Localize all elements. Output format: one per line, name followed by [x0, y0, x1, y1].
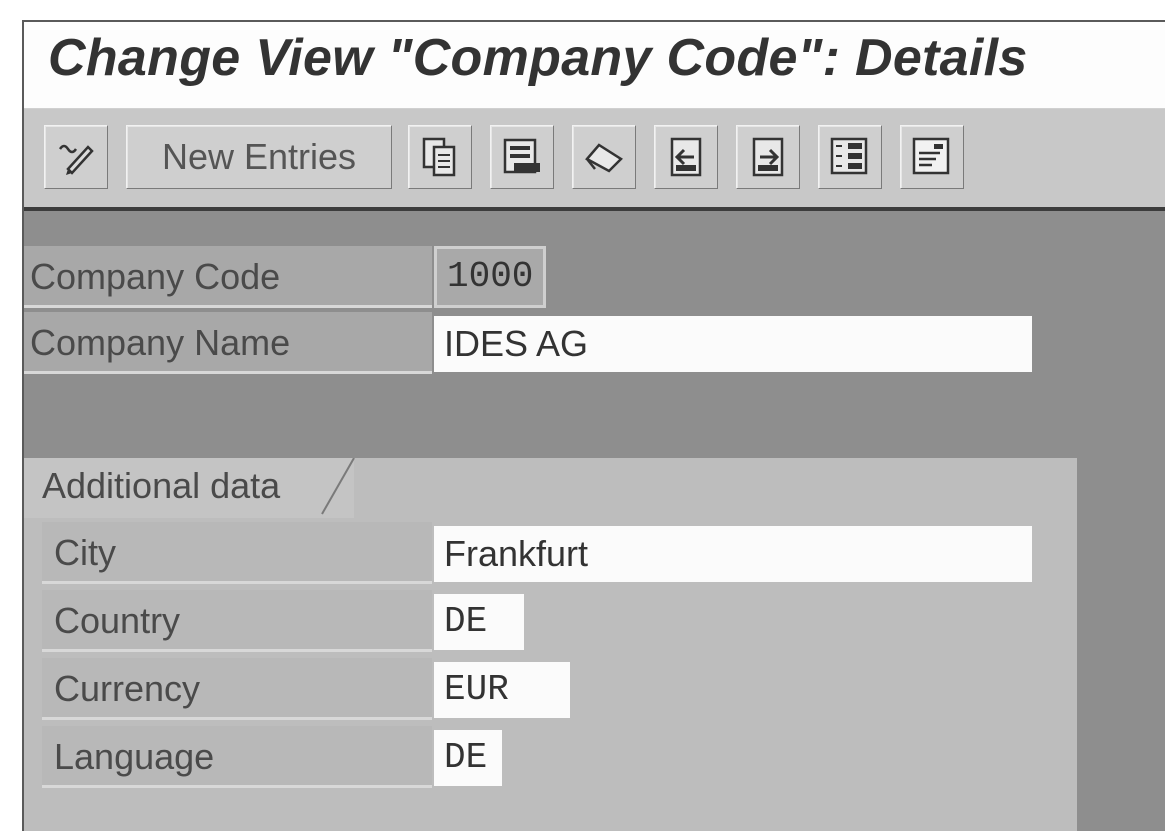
title-bar: Change View "Company Code": Details [24, 22, 1165, 109]
country-field[interactable]: DE [434, 594, 524, 650]
select-all-button[interactable] [818, 125, 882, 189]
select-all-icon [828, 135, 872, 179]
copy-as-button[interactable] [408, 125, 472, 189]
currency-field[interactable]: EUR [434, 662, 570, 718]
language-field[interactable]: DE [434, 730, 502, 786]
language-label: Language [42, 726, 432, 788]
sap-window: Change View "Company Code": Details New … [22, 20, 1165, 831]
company-name-field[interactable]: IDES AG [434, 316, 1032, 372]
details-icon [910, 135, 954, 179]
undo-change-icon [581, 137, 627, 177]
country-label: Country [42, 590, 432, 652]
additional-data-tab: Additional data [24, 458, 354, 518]
new-entries-label: New Entries [161, 136, 357, 177]
company-code-label: Company Code [24, 246, 432, 308]
previous-entry-button[interactable] [654, 125, 718, 189]
tab-slant [314, 458, 355, 518]
page-title: Change View "Company Code": Details [48, 29, 1028, 87]
additional-data-panel: Additional data City Frankfurt Country D… [24, 458, 1077, 831]
next-entry-button[interactable] [736, 125, 800, 189]
company-name-label: Company Name [24, 312, 432, 374]
display-change-button[interactable] [44, 125, 108, 189]
currency-label: Currency [42, 658, 432, 720]
city-label: City [42, 522, 432, 584]
new-entries-button[interactable]: New Entries [126, 125, 392, 189]
city-field[interactable]: Frankfurt [434, 526, 1032, 582]
next-entry-icon [748, 135, 788, 179]
undo-change-button[interactable] [572, 125, 636, 189]
delete-icon [500, 135, 544, 179]
delete-button[interactable] [490, 125, 554, 189]
previous-entry-icon [666, 135, 706, 179]
copy-as-icon [420, 135, 460, 179]
details-button[interactable] [900, 125, 964, 189]
application-toolbar: New Entries [24, 109, 1165, 211]
company-code-field: 1000 [434, 246, 546, 308]
display-change-icon [54, 135, 98, 179]
